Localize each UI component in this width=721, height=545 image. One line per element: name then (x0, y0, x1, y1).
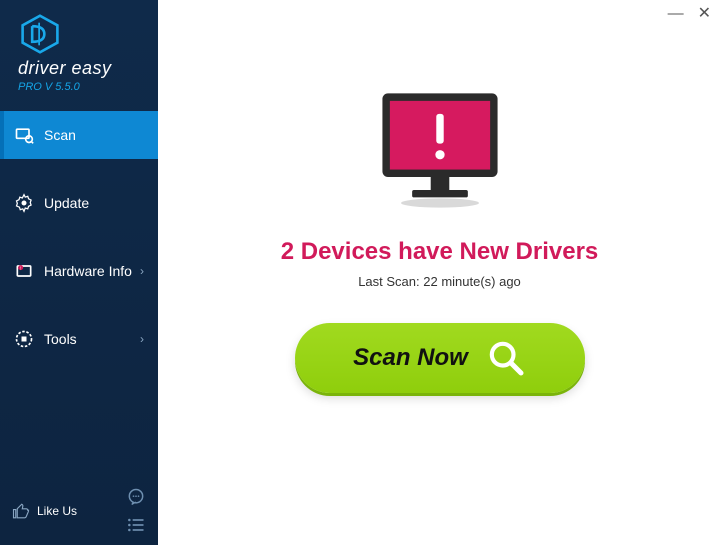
nav-label-update: Update (44, 195, 144, 211)
scan-icon (14, 125, 34, 145)
nav-label-scan: Scan (44, 127, 144, 143)
bottom-icons (126, 487, 146, 535)
nav-item-update[interactable]: Update (0, 179, 158, 227)
brand-block: driver easy PRO V 5.5.0 (0, 0, 158, 101)
menu-list-icon[interactable] (126, 515, 146, 535)
feedback-icon[interactable] (126, 487, 146, 507)
logo-icon (18, 14, 62, 54)
hardware-icon: ! (14, 261, 34, 281)
like-us-button[interactable]: Like Us (12, 502, 77, 520)
nav-item-tools[interactable]: Tools › (0, 315, 158, 363)
nav-item-scan[interactable]: Scan (0, 111, 158, 159)
status-graphic: 2 Devices have New Drivers Last Scan: 22… (281, 86, 599, 393)
main-panel: — ✕ 2 Devices have New Drivers Last Scan… (158, 0, 721, 545)
scan-now-button[interactable]: Scan Now (295, 323, 585, 393)
monitor-alert-icon (365, 86, 515, 216)
brand-name: driver easy (18, 58, 148, 79)
magnifier-icon (486, 338, 526, 378)
sidebar: driver easy PRO V 5.5.0 Scan Update (0, 0, 158, 545)
nav-label-tools: Tools (44, 331, 140, 347)
minimize-button[interactable]: — (668, 6, 684, 22)
brand-version: PRO V 5.5.0 (18, 81, 148, 93)
tools-icon (14, 329, 34, 349)
nav-item-hardware[interactable]: ! Hardware Info › (0, 247, 158, 295)
nav-label-hardware: Hardware Info (44, 263, 140, 279)
window-controls: — ✕ (668, 6, 711, 22)
status-title: 2 Devices have New Drivers (281, 238, 599, 266)
chevron-right-icon: › (140, 332, 144, 346)
status-subtitle: Last Scan: 22 minute(s) ago (358, 274, 521, 289)
thumbs-up-icon (12, 502, 30, 520)
gear-icon (14, 193, 34, 213)
app-window: driver easy PRO V 5.5.0 Scan Update (0, 0, 721, 545)
sidebar-bottom: Like Us (0, 479, 158, 545)
svg-text:!: ! (20, 265, 21, 270)
like-us-label: Like Us (37, 504, 77, 518)
close-button[interactable]: ✕ (698, 6, 711, 22)
chevron-right-icon: › (140, 264, 144, 278)
scan-now-label: Scan Now (353, 344, 468, 372)
nav: Scan Update ! Hardware Info › (0, 111, 158, 479)
